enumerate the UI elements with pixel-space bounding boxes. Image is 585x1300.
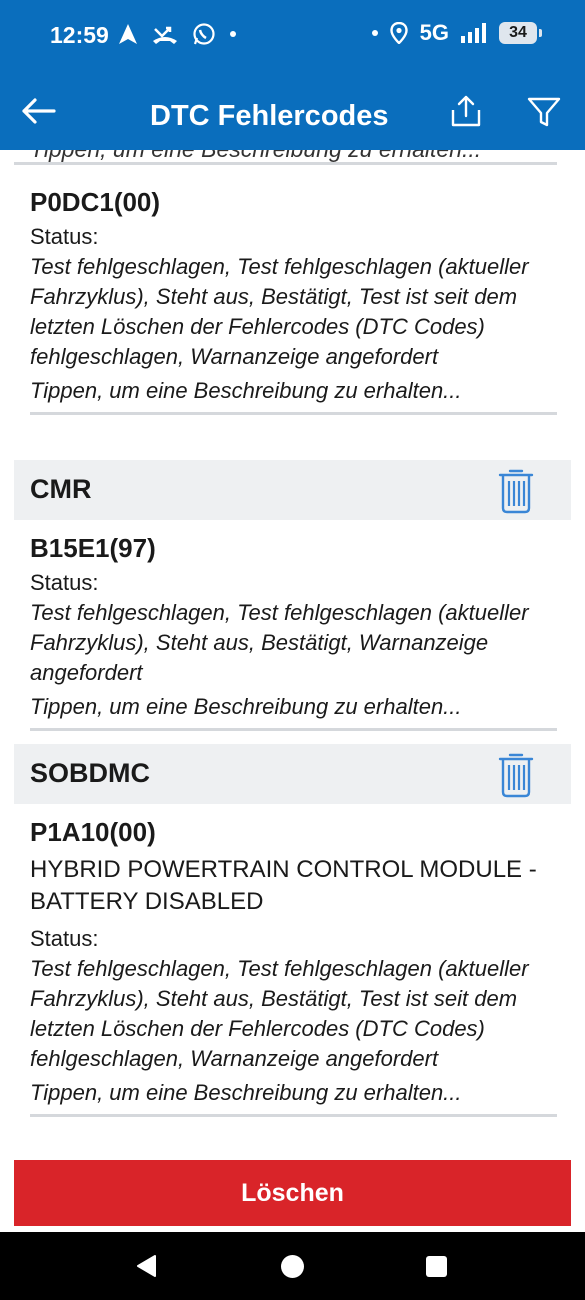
page-title: DTC Fehlercodes [150, 100, 389, 132]
nav-recents-icon[interactable] [426, 1256, 447, 1277]
tap-hint[interactable]: Tippen, um eine Beschreibung zu erhalten… [30, 1078, 557, 1117]
dtc-description: HYBRID POWERTRAIN CONTROL MODULE - BATTE… [30, 856, 537, 915]
system-navigation-bar [0, 1232, 585, 1300]
signal-icon [461, 23, 486, 43]
group-name: CMR [30, 474, 92, 504]
dtc-entry[interactable]: B15E1(97) Status: Test fehlgeschlagen, T… [14, 532, 557, 731]
status-text: Test fehlgeschlagen, Test fehlgeschlagen… [30, 956, 529, 1071]
dtc-entry[interactable]: P0DC1(00) Status: Test fehlgeschlagen, T… [14, 186, 557, 415]
clock: 12:59 [50, 22, 109, 48]
network-type: 5G [419, 20, 449, 45]
navigation-icon [119, 24, 137, 44]
dtc-code: P1A10(00) [30, 817, 156, 847]
more-notifications-icon [230, 31, 236, 37]
tap-hint: Tippen, um eine Beschreibung zu erhalten… [30, 150, 481, 162]
status-label: Status: [30, 926, 99, 951]
tap-hint[interactable]: Tippen, um eine Beschreibung zu erhalten… [30, 692, 557, 731]
group-header-sobdmc: SOBDMC [14, 744, 571, 804]
back-arrow-icon[interactable] [20, 96, 56, 126]
dtc-list[interactable]: Tippen, um eine Beschreibung zu erhalten… [0, 150, 585, 1158]
trash-icon[interactable] [497, 466, 535, 514]
dtc-entry[interactable]: P1A10(00) HYBRID POWERTRAIN CONTROL MODU… [14, 816, 557, 1117]
filter-icon[interactable] [527, 96, 561, 128]
notification-icons [118, 22, 236, 46]
status-text: Test fehlgeschlagen, Test fehlgeschlagen… [30, 254, 529, 369]
location-icon [389, 22, 408, 44]
dot-indicator-icon [371, 30, 378, 36]
nav-home-icon[interactable] [281, 1255, 304, 1278]
trash-icon[interactable] [497, 750, 535, 798]
missed-call-icon [153, 26, 177, 44]
battery-icon: 34 [499, 22, 542, 44]
dtc-code: B15E1(97) [30, 533, 156, 563]
nav-back-icon[interactable] [135, 1254, 157, 1278]
dtc-code: P0DC1(00) [30, 187, 161, 217]
group-name: SOBDMC [30, 758, 150, 788]
status-label: Status: [30, 224, 99, 249]
status-text: Test fehlgeschlagen, Test fehlgeschlagen… [30, 600, 529, 685]
share-icon[interactable] [450, 94, 482, 128]
tap-hint[interactable]: Tippen, um eine Beschreibung zu erhalten… [30, 376, 557, 415]
delete-button[interactable]: Löschen [14, 1160, 571, 1226]
partial-list-item[interactable]: Tippen, um eine Beschreibung zu erhalten… [14, 150, 557, 165]
group-header-cmr: CMR [14, 460, 571, 520]
whatsapp-icon [193, 23, 215, 45]
status-bar: 12:59 5G 34 [0, 0, 585, 72]
status-label: Status: [30, 570, 99, 595]
system-icons: 5G 34 [371, 20, 542, 46]
app-bar: DTC Fehlercodes [0, 72, 585, 150]
